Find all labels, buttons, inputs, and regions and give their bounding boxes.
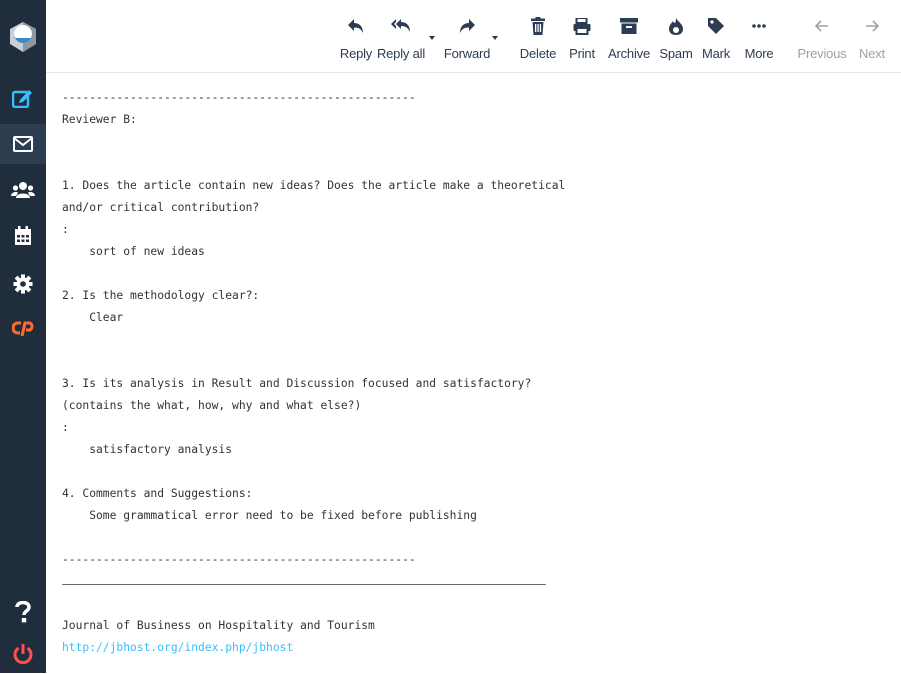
calendar-icon	[15, 226, 31, 245]
previous-button[interactable]: Previous	[794, 0, 850, 72]
settings-button[interactable]	[0, 264, 46, 304]
next-button[interactable]: Next	[854, 0, 890, 72]
journal-link[interactable]: http://jbhost.org/index.php/jbhost	[62, 641, 293, 654]
forward-dropdown-icon[interactable]	[492, 36, 498, 40]
journal-name: Journal of Business on Hospitality and T…	[62, 619, 375, 632]
forward-button[interactable]: Forward	[440, 0, 494, 72]
app-logo[interactable]	[8, 20, 38, 54]
answer-2: Clear	[62, 311, 124, 324]
delete-label: Delete	[519, 46, 557, 61]
previous-label: Previous	[797, 46, 847, 61]
answer-3-colon: :	[62, 421, 69, 434]
sidebar	[0, 0, 46, 673]
arrow-left-icon	[815, 16, 829, 36]
answer-3: satisfactory analysis	[62, 443, 233, 456]
reply-all-icon	[391, 16, 411, 36]
mark-button[interactable]: Mark	[698, 0, 734, 72]
print-button[interactable]: Print	[564, 0, 600, 72]
contacts-icon	[11, 182, 35, 198]
print-label: Print	[569, 46, 595, 61]
answer-1: sort of new ideas	[62, 245, 205, 258]
settings-icon	[13, 274, 33, 294]
more-label: More	[744, 46, 774, 61]
cpanel-icon	[12, 321, 34, 336]
archive-icon	[620, 16, 638, 36]
mark-label: Mark	[701, 46, 731, 61]
more-icon	[752, 16, 766, 36]
more-button[interactable]: More	[740, 0, 778, 72]
arrow-right-icon	[865, 16, 879, 36]
answer-1-colon: :	[62, 223, 69, 236]
contacts-button[interactable]	[0, 170, 46, 210]
question-3-line-2: (contains the what, how, why and what el…	[62, 399, 362, 412]
spam-button[interactable]: Spam	[656, 0, 696, 72]
archive-button[interactable]: Archive	[604, 0, 654, 72]
compose-button[interactable]	[0, 78, 46, 118]
reply-icon	[348, 16, 364, 36]
dark-mode-icon	[17, 558, 27, 578]
help-icon	[15, 601, 31, 623]
question-3-line-1: 3. Is its analysis in Result and Discuss…	[62, 377, 532, 390]
forward-icon	[459, 16, 475, 36]
logout-icon	[13, 644, 33, 665]
question-2: 2. Is the methodology clear?:	[62, 289, 260, 302]
cpanel-button[interactable]	[0, 308, 46, 348]
help-button[interactable]	[0, 592, 46, 632]
archive-label: Archive	[608, 46, 650, 61]
calendar-button[interactable]	[0, 216, 46, 256]
question-4: 4. Comments and Suggestions:	[62, 487, 253, 500]
question-1-line-1: 1. Does the article contain new ideas? D…	[62, 179, 566, 192]
question-1-line-2: and/or critical contribution?	[62, 201, 260, 214]
separator-line: ----------------------------------------…	[62, 91, 416, 104]
reply-button[interactable]: Reply	[336, 0, 376, 72]
reply-all-dropdown-icon[interactable]	[429, 36, 435, 40]
mail-button[interactable]	[0, 124, 46, 164]
dark-mode-button[interactable]	[0, 548, 46, 588]
trash-icon	[531, 16, 545, 36]
fire-icon	[669, 16, 683, 36]
compose-icon	[12, 90, 32, 108]
logout-button[interactable]	[0, 634, 46, 674]
answer-4: Some grammatical error need to be fixed …	[62, 509, 477, 522]
delete-button[interactable]: Delete	[518, 0, 558, 72]
forward-label: Forward	[443, 46, 491, 61]
reply-all-button[interactable]: Reply all	[376, 0, 426, 72]
reply-label: Reply	[339, 46, 373, 61]
print-icon	[573, 16, 591, 36]
tag-icon	[708, 16, 724, 36]
reply-all-label: Reply all	[376, 46, 426, 61]
message-toolbar: Reply Reply all Forward Delete Print Arc…	[46, 0, 901, 73]
separator-line: ----------------------------------------…	[62, 553, 416, 566]
signature-divider	[62, 584, 546, 585]
next-label: Next	[859, 46, 885, 61]
mail-icon	[13, 136, 33, 152]
reviewer-heading: Reviewer B:	[62, 113, 137, 126]
spam-label: Spam	[659, 46, 693, 61]
